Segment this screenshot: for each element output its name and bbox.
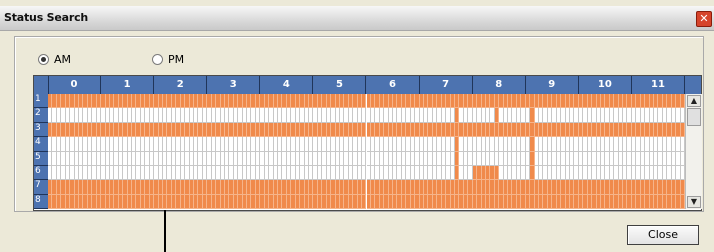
channel-label-8: 8 [34,194,48,209]
pm-radio-dot[interactable] [152,54,163,65]
channel-label-4: 4 [34,137,48,152]
vertical-scrollbar[interactable]: ▲ ▼ [685,94,702,209]
channel-label-2: 2 [34,108,48,123]
hour-header-2: 2 [154,76,208,94]
schedule-grid: 0 1 2 3 4 5 6 7 8 9 10 11 12345678 ▲ ▼ [33,75,702,211]
status-search-window: Status Search ✕ AM PM 0 1 2 3 4 5 6 7 8 9 10 11 123… [0,0,714,252]
scroll-thumb[interactable] [687,108,701,126]
scroll-down-icon[interactable]: ▼ [687,196,701,208]
hour-header-8: 8 [473,76,526,94]
annotation-pointer-line [164,210,166,252]
channel-label-6: 6 [34,165,48,181]
am-radio-dot[interactable] [38,54,49,65]
hour-header-1: 1 [101,76,155,94]
hour-header-3: 3 [207,76,261,94]
pm-radio-label: PM [168,53,185,66]
channel-label-3: 3 [34,122,48,138]
channel-label-1: 1 [34,94,48,109]
pm-radio[interactable]: PM [152,53,184,66]
hour-header-9: 9 [526,76,579,94]
window-close-icon[interactable]: ✕ [696,11,712,27]
scroll-up-icon[interactable]: ▲ [687,95,701,107]
title-bar[interactable]: Status Search ✕ [0,6,714,31]
hour-header-0: 0 [48,76,102,94]
time-cells[interactable] [48,94,685,209]
hour-header-6: 6 [367,76,420,94]
am-radio-label: AM [54,53,72,66]
hour-header-4: 4 [260,76,314,94]
channel-label-7: 7 [34,180,48,195]
channel-label-5: 5 [34,151,48,166]
header-corner [34,76,49,94]
am-radio[interactable]: AM [38,53,71,66]
hour-header-row: 0 1 2 3 4 5 6 7 8 9 10 11 [34,76,701,94]
hour-header-7: 7 [420,76,473,94]
hour-header-5: 5 [313,76,367,94]
close-button[interactable]: Close [627,225,699,245]
hour-header-10: 10 [579,76,632,94]
hour-header-11: 11 [632,76,685,94]
window-title: Status Search [4,11,89,24]
